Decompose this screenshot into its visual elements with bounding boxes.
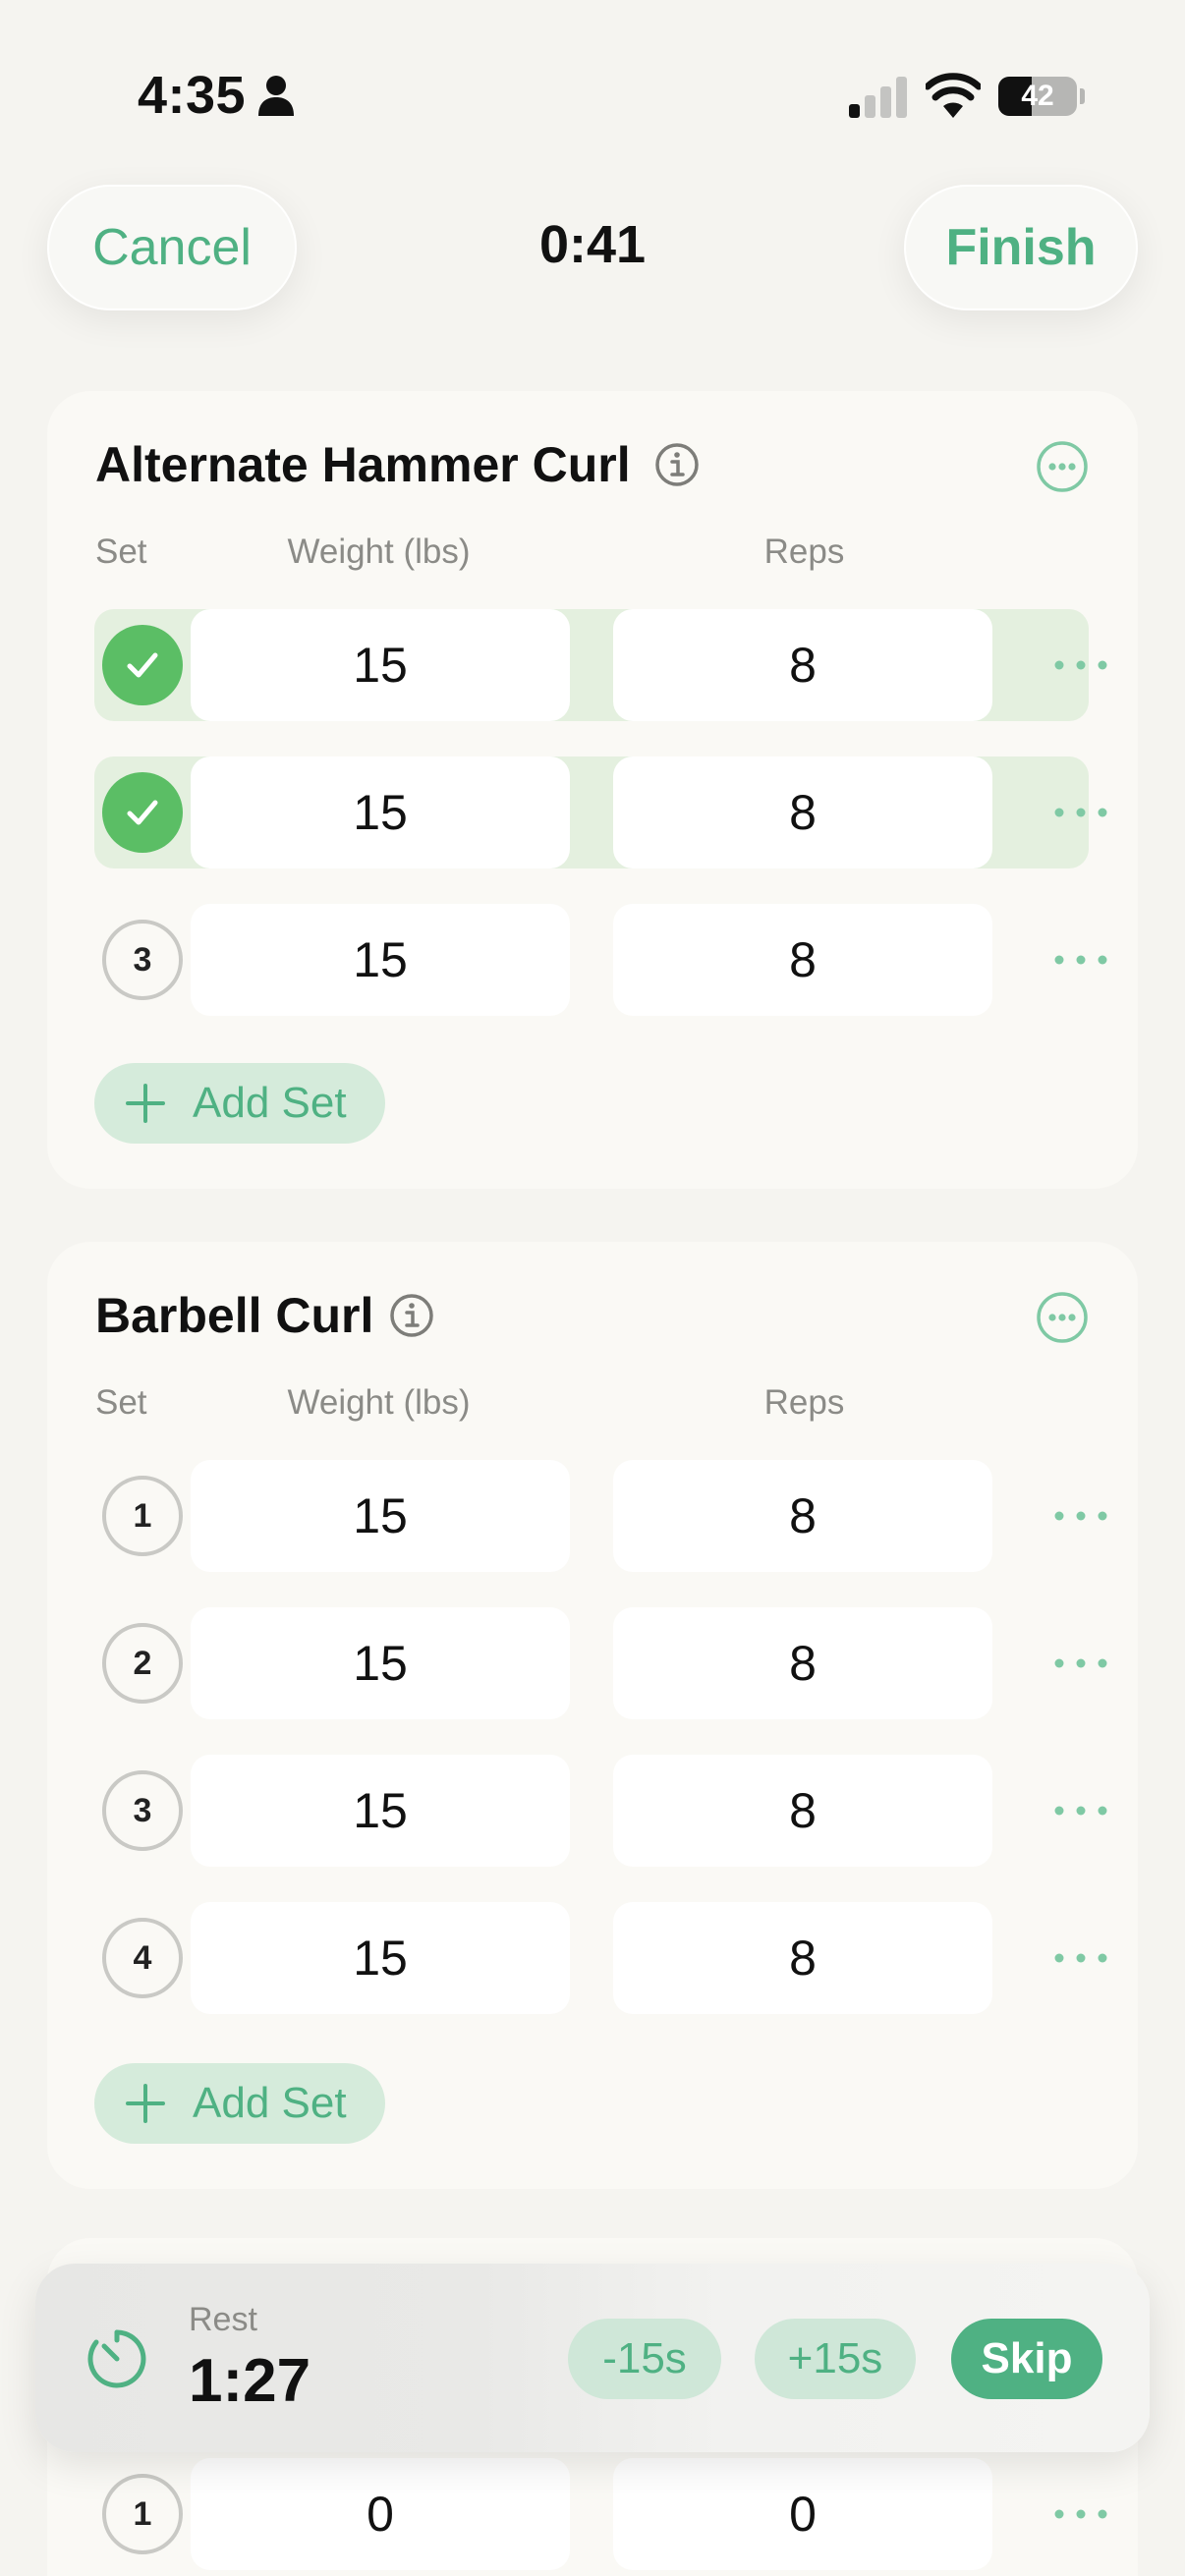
set-row: 3 15 8 [94, 1755, 1107, 1867]
battery-level: 42 [1021, 80, 1054, 112]
set-badge[interactable]: 3 [102, 920, 183, 1000]
checkmark-icon [127, 652, 158, 678]
column-label-reps: Reps [763, 532, 845, 571]
add-set-button[interactable]: Add Set [94, 2063, 385, 2144]
reps-input[interactable]: 8 [613, 609, 992, 721]
weight-input[interactable]: 15 [191, 1607, 570, 1719]
finish-button[interactable]: Finish [904, 185, 1138, 310]
weight-input[interactable]: 15 [191, 1755, 570, 1867]
set-row: 1 15 8 [94, 1460, 1107, 1572]
set-badge[interactable]: 1 [102, 1476, 183, 1556]
set-badge[interactable] [102, 772, 183, 853]
reps-input[interactable]: 8 [613, 1607, 992, 1719]
set-more-icon[interactable] [1053, 2506, 1108, 2522]
reps-input[interactable]: 0 [613, 2458, 992, 2570]
column-label-reps: Reps [763, 1383, 845, 1422]
set-more-icon[interactable] [1053, 1508, 1108, 1524]
info-icon[interactable] [389, 1293, 434, 1338]
minus-15s-button[interactable]: -15s [568, 2319, 721, 2399]
exercise-card-alternate-hammer-curl: Alternate Hammer Curl Set Weight (lbs) R… [47, 391, 1138, 1189]
reps-input[interactable]: 8 [613, 904, 992, 1016]
set-row: 2 15 8 [94, 1607, 1107, 1719]
set-badge[interactable]: 1 [102, 2474, 183, 2554]
skip-rest-button[interactable]: Skip [951, 2319, 1102, 2399]
set-more-icon[interactable] [1053, 657, 1108, 673]
rest-label: Rest [189, 2301, 257, 2338]
status-bar: 4:35 42 [0, 0, 1185, 187]
set-row: 15 8 [94, 756, 1107, 868]
set-row: 4 15 8 [94, 1902, 1107, 2014]
reps-input[interactable]: 8 [613, 1460, 992, 1572]
set-badge[interactable]: 2 [102, 1623, 183, 1704]
set-more-icon[interactable] [1053, 805, 1108, 820]
column-label-set: Set [95, 1383, 147, 1422]
reps-input[interactable]: 8 [613, 756, 992, 868]
battery-icon: 42 [998, 77, 1077, 116]
column-label-weight: Weight (lbs) [287, 532, 471, 571]
cellular-signal-icon [849, 77, 907, 118]
column-label-weight: Weight (lbs) [287, 1383, 471, 1422]
set-more-icon[interactable] [1053, 1803, 1108, 1819]
person-icon [258, 76, 294, 116]
set-badge[interactable] [102, 625, 183, 705]
rest-timer-bar: Rest 1:27 -15s +15s Skip [35, 2264, 1150, 2452]
battery-cap [1080, 88, 1085, 104]
set-badge[interactable]: 3 [102, 1770, 183, 1851]
timer-icon [87, 2329, 146, 2388]
plus-15s-button[interactable]: +15s [755, 2319, 916, 2399]
column-label-set: Set [95, 532, 147, 571]
exercise-title[interactable]: Alternate Hammer Curl [95, 436, 631, 493]
status-time: 4:35 [138, 66, 247, 125]
set-more-icon[interactable] [1053, 1655, 1108, 1671]
set-row: 3 15 8 [94, 904, 1107, 1016]
checkmark-icon [127, 800, 158, 825]
reps-input[interactable]: 8 [613, 1902, 992, 2014]
weight-input[interactable]: 0 [191, 2458, 570, 2570]
wifi-icon [926, 73, 981, 118]
weight-input[interactable]: 15 [191, 609, 570, 721]
rest-countdown: 1:27 [189, 2347, 311, 2415]
exercise-card-barbell-curl: Barbell Curl Set Weight (lbs) Reps 1 15 … [47, 1242, 1138, 2189]
set-badge[interactable]: 4 [102, 1918, 183, 1998]
weight-input[interactable]: 15 [191, 756, 570, 868]
add-set-button[interactable]: Add Set [94, 1063, 385, 1144]
plus-icon [126, 2084, 165, 2123]
weight-input[interactable]: 15 [191, 904, 570, 1016]
weight-input[interactable]: 15 [191, 1902, 570, 2014]
exercise-more-icon[interactable] [1036, 440, 1089, 493]
set-row: 15 8 [94, 609, 1107, 721]
info-icon[interactable] [654, 442, 700, 487]
set-more-icon[interactable] [1053, 1950, 1108, 1966]
add-set-label: Add Set [193, 2079, 347, 2127]
exercise-more-icon[interactable] [1036, 1291, 1089, 1344]
add-set-label: Add Set [193, 1079, 347, 1127]
set-more-icon[interactable] [1053, 952, 1108, 968]
plus-icon [126, 1084, 165, 1123]
set-row: 1 0 0 [94, 2458, 1107, 2570]
weight-input[interactable]: 15 [191, 1460, 570, 1572]
reps-input[interactable]: 8 [613, 1755, 992, 1867]
exercise-title[interactable]: Barbell Curl [95, 1287, 373, 1344]
